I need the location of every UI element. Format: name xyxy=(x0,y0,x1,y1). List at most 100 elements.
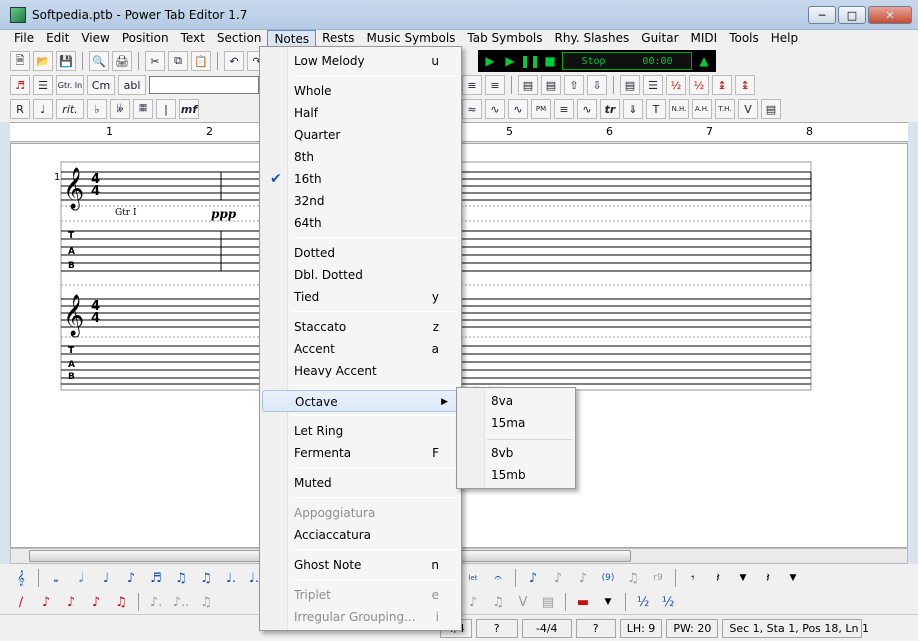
tuning-icon[interactable]: ☰ xyxy=(33,75,53,95)
menu-tab-symbols[interactable]: Tab Symbols xyxy=(461,30,548,48)
dotted-note-icon[interactable]: ♩. xyxy=(220,568,242,588)
guitar-icon[interactable]: ♬ xyxy=(10,75,30,95)
menu-item-heavy-accent[interactable]: Heavy Accent xyxy=(262,360,459,382)
slash-dropdown-icon[interactable]: ▼ xyxy=(597,592,619,612)
align-center-icon[interactable]: ≡ xyxy=(462,75,482,95)
save-icon[interactable]: 💾 xyxy=(56,51,76,71)
bar-icon[interactable]: | xyxy=(156,99,176,119)
menu-item-tied[interactable]: Tied y xyxy=(262,286,459,308)
menu-item-fermenta[interactable]: Fermenta F xyxy=(262,442,459,464)
print-preview-icon[interactable]: 🔍 xyxy=(89,51,109,71)
triplet-icon[interactable]: (9) xyxy=(597,568,619,588)
submenu-item-8vb[interactable]: 8vb xyxy=(491,442,513,464)
tapped-harmonic-icon[interactable]: T.H. xyxy=(715,99,735,119)
slash-tied-icon[interactable]: ♫ xyxy=(195,592,217,612)
bend-icon[interactable]: V xyxy=(738,99,758,119)
menu-file[interactable]: File xyxy=(8,30,40,48)
menu-guitar[interactable]: Guitar xyxy=(635,30,684,48)
grouping-icon[interactable]: ♫ xyxy=(622,568,644,588)
eighth-note-icon[interactable]: ♪ xyxy=(120,568,142,588)
undo-icon[interactable]: ↶ xyxy=(224,51,244,71)
arpeggio-icon[interactable]: ∿ xyxy=(577,99,597,119)
chord-name-button[interactable]: Cm xyxy=(87,75,115,95)
thirty-second-note-icon[interactable]: ♫ xyxy=(170,568,192,588)
let-ring-icon[interactable]: let xyxy=(462,568,484,588)
menu-midi[interactable]: MIDI xyxy=(685,30,724,48)
shift-down-icon[interactable]: ⇩ xyxy=(587,75,607,95)
irregular-group-icon[interactable]: r9 xyxy=(647,568,669,588)
shift-up-icon[interactable]: ⇧ xyxy=(564,75,584,95)
cut-icon[interactable]: ✂ xyxy=(145,51,165,71)
quarter-note-icon[interactable]: ♩ xyxy=(95,568,117,588)
menu-position[interactable]: Position xyxy=(116,30,175,48)
close-button[interactable]: ✕ xyxy=(868,6,912,24)
staff-symbol-icon[interactable]: 𝄞 xyxy=(10,568,32,588)
rest-icon[interactable]: 𝄾 xyxy=(682,568,704,588)
text-combo[interactable] xyxy=(149,76,259,94)
slash-half-icon[interactable]: ♪ xyxy=(35,592,57,612)
slash-double-dotted-icon[interactable]: ♪.. xyxy=(170,592,192,612)
paste-icon[interactable]: 📋 xyxy=(191,51,211,71)
menu-item-let-ring[interactable]: Let Ring xyxy=(262,420,459,442)
stop-icon[interactable]: ■ xyxy=(542,53,558,69)
rehearsal-sign-icon[interactable]: R xyxy=(10,99,30,119)
menu-item-whole[interactable]: Whole xyxy=(262,80,459,102)
minimize-button[interactable]: ─ xyxy=(808,6,836,24)
menu-item-staccato[interactable]: Staccato z xyxy=(262,316,459,338)
menu-item-low-melody[interactable]: Low Melody u xyxy=(262,50,459,72)
new-file-icon[interactable]: 🗎 xyxy=(10,51,30,71)
menu-item-half[interactable]: Half xyxy=(262,102,459,124)
menu-item-32nd[interactable]: 32nd xyxy=(262,190,459,212)
slash-vee-icon[interactable]: V xyxy=(512,592,534,612)
eighth-rest-icon[interactable]: 𝄽 xyxy=(707,568,729,588)
fraction-icon[interactable]: ½ xyxy=(666,75,686,95)
slash-color-icon[interactable]: ▬ xyxy=(572,592,594,612)
text-button[interactable]: abl xyxy=(118,75,146,95)
menu-item-quarter[interactable]: Quarter xyxy=(262,124,459,146)
slash-dotted-icon[interactable]: ♪. xyxy=(145,592,167,612)
menu-rhy-slashes[interactable]: Rhy. Slashes xyxy=(549,30,636,48)
menu-item-dotted[interactable]: Dotted xyxy=(262,242,459,264)
sixty-fourth-note-icon[interactable]: ♫ xyxy=(195,568,217,588)
menu-item-ghost-note[interactable]: Ghost Note n xyxy=(262,554,459,576)
artificial-harmonic-icon[interactable]: A.H. xyxy=(692,99,712,119)
muted-note-icon[interactable]: ♪ xyxy=(572,568,594,588)
menu-item-muted[interactable]: Muted xyxy=(262,472,459,494)
vibrato-icon[interactable]: ∿ xyxy=(485,99,505,119)
key-sig-icon[interactable]: ♭ xyxy=(87,99,107,119)
grace-note-icon[interactable]: ♪ xyxy=(522,568,544,588)
submenu-item-8va[interactable]: 8va xyxy=(491,390,513,412)
whole-note-icon[interactable]: 𝅝 xyxy=(45,568,67,588)
ritard-icon[interactable]: rit. xyxy=(56,99,84,119)
menu-view[interactable]: View xyxy=(75,30,115,48)
menu-item-octave[interactable]: Octave ▶ xyxy=(262,390,459,412)
open-folder-icon[interactable]: 📂 xyxy=(33,51,53,71)
print-icon[interactable]: 🖨 xyxy=(112,51,132,71)
slash-square-icon[interactable]: ▤ xyxy=(537,592,559,612)
submenu-item-15mb[interactable]: 15mb xyxy=(491,464,526,486)
insert-system-icon[interactable]: ▤ xyxy=(518,75,538,95)
dynamic-icon[interactable]: mf xyxy=(179,99,199,119)
menu-item-acciaccatura[interactable]: Acciaccatura xyxy=(262,524,459,546)
slash-whole-icon[interactable]: ∕ xyxy=(10,592,32,612)
rest-dropdown-icon[interactable]: ▼ xyxy=(732,568,754,588)
fermata-icon[interactable]: ▤ xyxy=(761,99,781,119)
wide-vibrato-icon[interactable]: ∿ xyxy=(508,99,528,119)
maximize-button[interactable]: □ xyxy=(838,6,866,24)
ghost-note-icon[interactable]: ♪ xyxy=(547,568,569,588)
tap-icon[interactable]: T xyxy=(646,99,666,119)
align-right-icon[interactable]: ≡ xyxy=(485,75,505,95)
play-from-start-icon[interactable]: ▶ xyxy=(482,53,498,69)
repeat-end-icon[interactable]: ↨ xyxy=(735,75,755,95)
segno-icon[interactable]: 𝄜 xyxy=(133,99,153,119)
menu-help[interactable]: Help xyxy=(765,30,804,48)
delete-system-icon[interactable]: ▤ xyxy=(541,75,561,95)
menu-tools[interactable]: Tools xyxy=(723,30,765,48)
play-icon[interactable]: ▶ xyxy=(502,53,518,69)
palm-mute-icon[interactable]: PM xyxy=(531,99,551,119)
tempo-icon[interactable]: ♩ xyxy=(33,99,53,119)
slide-icon[interactable]: ≈ xyxy=(462,99,482,119)
menu-edit[interactable]: Edit xyxy=(40,30,75,48)
staff-icon[interactable]: ▤ xyxy=(620,75,640,95)
trill-icon[interactable]: tr xyxy=(600,99,620,119)
